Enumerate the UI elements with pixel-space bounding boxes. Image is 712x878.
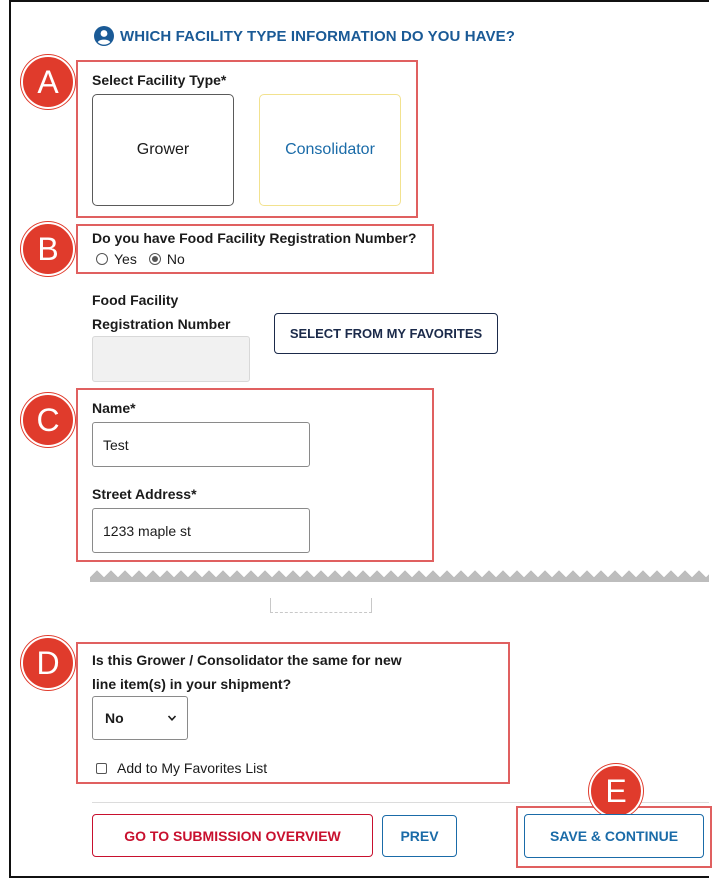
street-address-label: Street Address*	[92, 486, 197, 502]
name-input[interactable]: Test	[92, 422, 310, 467]
add-favorites-checkbox[interactable]	[96, 762, 107, 774]
prev-button[interactable]: PREV	[382, 815, 457, 857]
save-and-continue-button[interactable]: SAVE & CONTINUE	[524, 814, 704, 858]
select-from-favorites-button[interactable]: SELECT FROM MY FAVORITES	[274, 313, 498, 354]
street-address-input-value: 1233 maple st	[103, 522, 191, 539]
section-header-title: WHICH FACILITY TYPE INFORMATION DO YOU H…	[120, 27, 515, 45]
screenshot-cut-divider	[90, 568, 709, 582]
ffr-field-label-line2: Registration Number	[92, 316, 231, 332]
same-for-new-selected-value: No	[105, 710, 124, 726]
add-favorites-row: Add to My Favorites List	[96, 760, 267, 776]
name-label: Name*	[92, 400, 136, 416]
ffr-yes-label: Yes	[114, 251, 137, 267]
user-circle-icon	[94, 26, 114, 46]
ffr-no-label: No	[166, 251, 185, 267]
same-for-new-question-line1: Is this Grower / Consolidator the same f…	[92, 652, 402, 668]
ffr-radio-group: Yes No	[96, 251, 185, 267]
ffr-field-label-line1: Food Facility	[92, 292, 179, 308]
ffr-question: Do you have Food Facility Registration N…	[92, 230, 417, 246]
facility-type-consolidator[interactable]: Consolidator	[259, 94, 401, 206]
annotation-badge-c: C	[21, 393, 75, 447]
ffr-number-input[interactable]	[92, 336, 250, 382]
same-for-new-question-line2: line item(s) in your shipment?	[92, 676, 292, 692]
section-header: WHICH FACILITY TYPE INFORMATION DO YOU H…	[94, 26, 515, 46]
annotation-badge-e: E	[589, 764, 643, 818]
screenshot-cut-marker	[270, 598, 372, 613]
go-to-submission-overview-label: GO TO SUBMISSION OVERVIEW	[124, 827, 341, 844]
annotation-badge-a: A	[21, 55, 75, 109]
facility-type-label: Select Facility Type*	[92, 72, 227, 88]
chevron-down-icon	[167, 715, 177, 721]
save-and-continue-label: SAVE & CONTINUE	[549, 828, 679, 844]
ffr-no-radio[interactable]	[148, 253, 161, 265]
annotation-badge-d: D	[21, 636, 75, 690]
add-favorites-label: Add to My Favorites List	[117, 760, 268, 776]
facility-type-grower[interactable]: Grower	[92, 94, 234, 206]
annotation-badge-b: B	[21, 222, 75, 276]
name-input-value: Test	[103, 436, 129, 453]
ffr-yes-radio[interactable]	[96, 253, 108, 265]
same-for-new-select[interactable]: No	[92, 696, 188, 740]
facility-type-grower-label: Grower	[136, 141, 190, 158]
go-to-submission-overview-button[interactable]: GO TO SUBMISSION OVERVIEW	[92, 814, 373, 857]
street-address-input[interactable]: 1233 maple st	[92, 508, 310, 553]
facility-type-consolidator-label: Consolidator	[285, 141, 375, 158]
prev-label: PREV	[400, 828, 439, 844]
select-from-favorites-label: SELECT FROM MY FAVORITES	[289, 326, 483, 341]
